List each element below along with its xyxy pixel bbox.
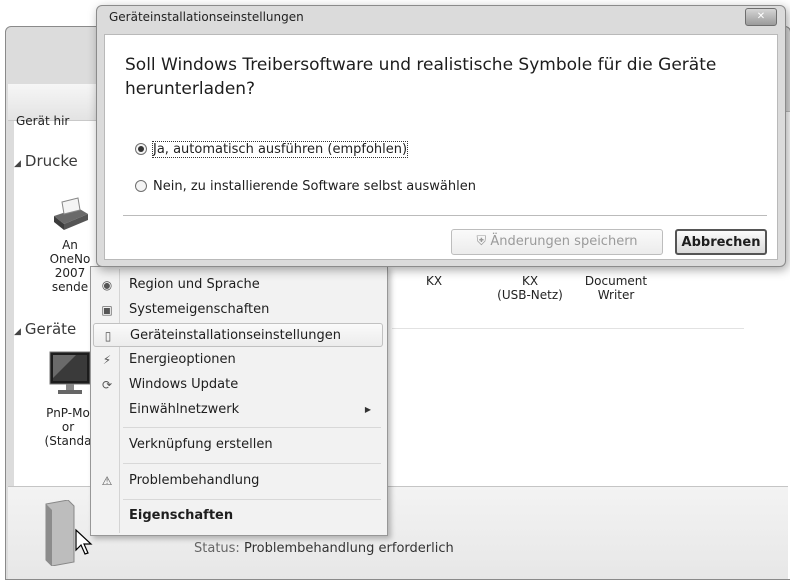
menu-item-windows-update[interactable]: ⟳ Windows Update <box>93 373 383 397</box>
cancel-button[interactable]: Abbrechen <box>675 229 767 255</box>
menu-item-geraeteinstallationseinstellungen[interactable]: ▯ Geräteinstallationseinstellungen <box>93 323 383 347</box>
radio-unselected-icon[interactable] <box>135 180 147 192</box>
dialog-divider <box>123 215 767 216</box>
status-line: Status: Problembehandlung erforderlich <box>194 541 454 556</box>
section-divider <box>392 328 744 329</box>
collapse-triangle-icon: ◢ <box>14 327 21 337</box>
menu-item-energieoptionen[interactable]: ⚡ Energieoptionen <box>93 348 383 372</box>
close-icon: ✕ <box>756 11 766 22</box>
save-changes-button[interactable]: ⛨ Änderungen speichern <box>451 229 663 255</box>
device-kx[interactable]: KX <box>414 274 454 288</box>
status-value: Problembehandlung erforderlich <box>243 541 454 556</box>
windows-update-icon: ⟳ <box>101 378 113 392</box>
device-icon: ▯ <box>104 329 112 343</box>
dialog-body: Soll Windows Treibersoftware und realist… <box>104 34 778 260</box>
menu-item-eigenschaften[interactable]: Eigenschaften <box>93 504 383 528</box>
dialog-title: Geräteinstallationseinstellungen <box>109 10 304 24</box>
globe-icon: ◉ <box>101 278 113 292</box>
battery-icon: ⚡ <box>102 353 112 367</box>
device-kx-usb[interactable]: KX (USB-Netz) <box>490 274 570 302</box>
menu-item-verknuepfung-erstellen[interactable]: Verknüpfung erstellen <box>93 433 383 457</box>
option-manual-label: Nein, zu installierende Software selbst … <box>153 179 476 194</box>
printer-device-icon[interactable] <box>48 196 92 236</box>
radio-selected-icon[interactable] <box>135 143 147 155</box>
context-menu: ◉ Region und Sprache ▣ Systemeigenschaft… <box>90 266 388 536</box>
dialog-question: Soll Windows Treibersoftware und realist… <box>125 55 717 99</box>
status-label: Status: <box>194 541 240 556</box>
printer-caption-line: An <box>62 238 78 252</box>
menu-item-problembehandlung[interactable]: ⚠ Problembehandlung <box>93 469 383 493</box>
printers-section-header[interactable]: ◢ Drucke <box>14 152 78 170</box>
menu-item-systemeigenschaften[interactable]: ▣ Systemeigenschaften <box>93 298 383 322</box>
menu-item-region-und-sprache[interactable]: ◉ Region und Sprache <box>93 273 383 297</box>
shield-icon: ⛨ <box>476 234 487 249</box>
warning-icon: ⚠ <box>101 474 113 488</box>
device-document-writer[interactable]: Document Writer <box>576 274 656 302</box>
close-button[interactable]: ✕ <box>745 8 777 26</box>
option-manual[interactable]: Nein, zu installierende Software selbst … <box>135 178 476 196</box>
menu-separator <box>123 499 381 500</box>
submenu-arrow-icon: ▶ <box>364 405 371 414</box>
add-device-command[interactable]: Gerät hir <box>16 114 69 128</box>
device-installation-settings-dialog: Geräteinstallationseinstellungen ✕ Soll … <box>96 5 786 267</box>
computer-icon: ▣ <box>101 303 113 317</box>
monitor-device-icon[interactable] <box>48 350 92 400</box>
devices-section-header[interactable]: ◢ Geräte <box>14 320 76 338</box>
menu-item-einwaehlnetzwerk[interactable]: Einwählnetzwerk ▶ <box>93 398 383 422</box>
menu-separator <box>123 463 381 464</box>
menu-separator <box>123 427 381 428</box>
option-automatic[interactable]: Ja, automatisch ausführen (empfohlen) <box>135 141 409 159</box>
collapse-triangle-icon: ◢ <box>14 159 21 169</box>
printer-caption-line: OneNo <box>49 252 91 266</box>
option-automatic-label: Ja, automatisch ausführen (empfohlen) <box>151 141 409 158</box>
